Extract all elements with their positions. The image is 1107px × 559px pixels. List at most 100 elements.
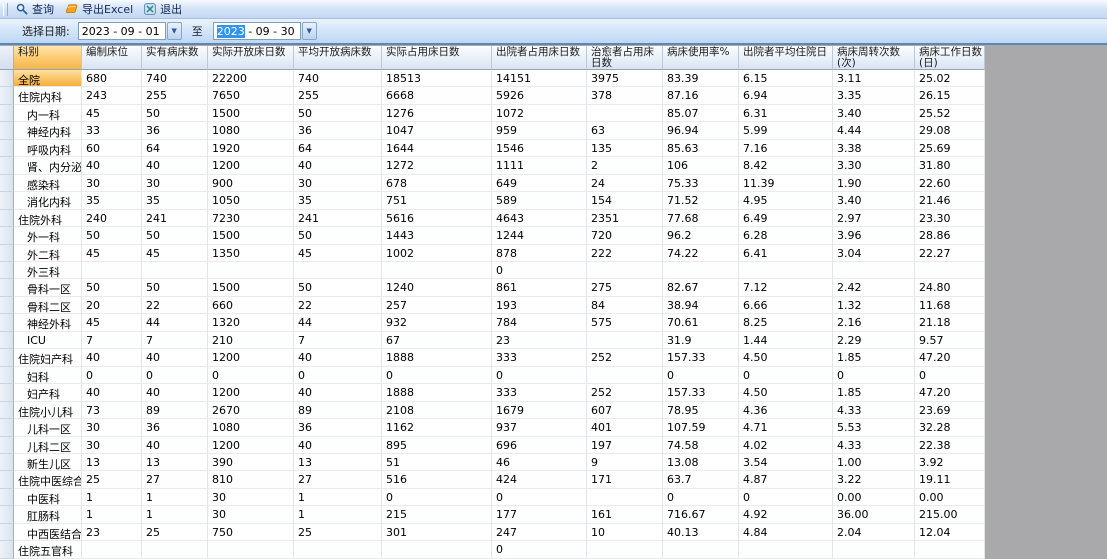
value-cell[interactable]: 1443 bbox=[382, 227, 492, 245]
value-cell[interactable]: 1.32 bbox=[833, 296, 915, 315]
value-cell[interactable]: 177 bbox=[492, 506, 587, 524]
value-cell[interactable]: 1111 bbox=[492, 157, 587, 175]
dept-cell[interactable]: 肾、内分泌科 bbox=[14, 157, 82, 175]
value-cell[interactable]: 45 bbox=[294, 244, 382, 262]
value-cell[interactable]: 47.20 bbox=[915, 349, 985, 367]
value-cell[interactable]: 40 bbox=[82, 384, 142, 402]
value-cell[interactable]: 30 bbox=[142, 174, 208, 193]
value-cell[interactable]: 24.80 bbox=[915, 279, 985, 297]
value-cell[interactable]: 75.33 bbox=[663, 174, 739, 193]
value-cell[interactable]: 4.02 bbox=[739, 436, 833, 454]
value-cell[interactable] bbox=[294, 261, 382, 280]
value-cell[interactable]: 13 bbox=[82, 453, 142, 472]
value-cell[interactable]: 210 bbox=[208, 331, 294, 350]
dept-cell[interactable]: 外三科 bbox=[14, 261, 82, 280]
value-cell[interactable]: 23 bbox=[82, 523, 142, 542]
value-cell[interactable]: 275 bbox=[587, 279, 663, 297]
row-indicator[interactable] bbox=[0, 296, 14, 315]
value-cell[interactable] bbox=[915, 541, 985, 559]
value-cell[interactable]: 0 bbox=[294, 366, 382, 385]
table-row[interactable]: 外二科 45 45 1350 45 1002 878 222 74.22 6.41 3.04 22.2… bbox=[0, 244, 985, 262]
value-cell[interactable]: 247 bbox=[492, 523, 587, 542]
value-cell[interactable]: 36 bbox=[142, 419, 208, 437]
value-cell[interactable]: 25.52 bbox=[915, 104, 985, 123]
table-row[interactable]: 中西医结合科2325750253012471040.134.842.0412.0… bbox=[0, 523, 985, 542]
table-row[interactable]: 新生儿区 13 13 390 13 51 46 9 13.08 3.54 1.00 3.92 bbox=[0, 453, 985, 472]
value-cell[interactable]: 1 bbox=[82, 506, 142, 524]
value-cell[interactable]: 0 bbox=[492, 541, 587, 559]
value-cell[interactable]: 14151 bbox=[492, 70, 587, 88]
value-cell[interactable] bbox=[382, 261, 492, 280]
query-button[interactable]: 查询 bbox=[12, 0, 61, 18]
value-cell[interactable]: 63 bbox=[587, 122, 663, 140]
value-cell[interactable]: 222 bbox=[587, 244, 663, 262]
value-cell[interactable]: 4.71 bbox=[739, 419, 833, 437]
value-cell[interactable]: 257 bbox=[382, 296, 492, 315]
value-cell[interactable]: 10 bbox=[587, 523, 663, 542]
value-cell[interactable]: 4.50 bbox=[739, 349, 833, 367]
header-cell[interactable]: 病床工作日数(日) bbox=[915, 46, 985, 70]
value-cell[interactable]: 87.16 bbox=[663, 87, 739, 105]
dept-cell[interactable]: 住院中医综合科 bbox=[14, 471, 82, 489]
value-cell[interactable]: 0 bbox=[915, 366, 985, 385]
export-excel-button[interactable]: 导出Excel bbox=[61, 0, 140, 18]
table-row[interactable]: 住院中医综合科25278102751642417163.74.873.2219.… bbox=[0, 471, 985, 489]
value-cell[interactable]: 27 bbox=[294, 471, 382, 489]
value-cell[interactable]: 1.44 bbox=[739, 331, 833, 350]
value-cell[interactable] bbox=[663, 541, 739, 559]
table-row[interactable]: 神经内科 33 36 1080 36 1047 959 63 96.94 5.99 4.44 29.0… bbox=[0, 122, 985, 140]
value-cell[interactable]: 30 bbox=[208, 488, 294, 507]
value-cell[interactable]: 861 bbox=[492, 279, 587, 297]
header-cell[interactable]: 治愈者占用床日数 bbox=[587, 46, 663, 70]
value-cell[interactable]: 18513 bbox=[382, 70, 492, 88]
value-cell[interactable]: 171 bbox=[587, 471, 663, 489]
value-cell[interactable]: 215.00 bbox=[915, 506, 985, 524]
value-cell[interactable] bbox=[587, 331, 663, 350]
table-row[interactable]: 骨科一区 50 50 1500 50 1240 861 275 82.67 7.12 2.42 24.… bbox=[0, 279, 985, 297]
dept-cell[interactable]: 妇产科 bbox=[14, 384, 82, 402]
exit-button[interactable]: 退出 bbox=[140, 0, 189, 18]
table-row[interactable]: 住院五官科 0 bbox=[0, 541, 985, 559]
value-cell[interactable]: 50 bbox=[294, 104, 382, 123]
value-cell[interactable]: 30 bbox=[82, 436, 142, 454]
value-cell[interactable]: 7650 bbox=[208, 87, 294, 105]
value-cell[interactable]: 13 bbox=[142, 453, 208, 472]
value-cell[interactable]: 900 bbox=[208, 174, 294, 193]
table-row[interactable]: 肾、内分泌科40401200401272111121068.423.3031.8… bbox=[0, 157, 985, 175]
value-cell[interactable] bbox=[208, 541, 294, 559]
value-cell[interactable]: 878 bbox=[492, 244, 587, 262]
value-cell[interactable] bbox=[294, 541, 382, 559]
value-cell[interactable]: 22.27 bbox=[915, 244, 985, 262]
value-cell[interactable]: 959 bbox=[492, 122, 587, 140]
dept-cell[interactable]: 住院小儿科 bbox=[14, 401, 82, 420]
value-cell[interactable]: 4.92 bbox=[739, 506, 833, 524]
dept-cell[interactable]: 妇科 bbox=[14, 366, 82, 385]
value-cell[interactable] bbox=[587, 488, 663, 507]
dept-cell[interactable]: 儿科一区 bbox=[14, 419, 82, 437]
value-cell[interactable]: 3975 bbox=[587, 70, 663, 88]
value-cell[interactable]: 1 bbox=[294, 506, 382, 524]
value-cell[interactable]: 40 bbox=[294, 349, 382, 367]
value-cell[interactable]: 13 bbox=[294, 453, 382, 472]
date-from-dropdown[interactable]: ▼ bbox=[166, 22, 182, 40]
row-indicator[interactable] bbox=[0, 488, 14, 507]
value-cell[interactable]: 27 bbox=[142, 471, 208, 489]
value-cell[interactable]: 35 bbox=[294, 192, 382, 210]
row-indicator[interactable] bbox=[0, 471, 14, 489]
value-cell[interactable]: 71.52 bbox=[663, 192, 739, 210]
row-indicator[interactable] bbox=[0, 541, 14, 559]
value-cell[interactable]: 25.69 bbox=[915, 139, 985, 158]
date-to-dropdown[interactable]: ▼ bbox=[301, 22, 317, 40]
value-cell[interactable]: 20 bbox=[82, 296, 142, 315]
value-cell[interactable]: 3.96 bbox=[833, 227, 915, 245]
value-cell[interactable]: 3.04 bbox=[833, 244, 915, 262]
dept-cell[interactable]: 感染科 bbox=[14, 174, 82, 193]
dept-cell[interactable]: 外二科 bbox=[14, 244, 82, 262]
table-row[interactable]: 住院外科 240 241 7230 241 5616 4643 2351 77.68 6.49 2.… bbox=[0, 209, 985, 228]
value-cell[interactable]: 50 bbox=[294, 279, 382, 297]
row-indicator[interactable] bbox=[0, 331, 14, 350]
value-cell[interactable]: 11.68 bbox=[915, 296, 985, 315]
row-indicator[interactable] bbox=[0, 366, 14, 385]
row-indicator[interactable] bbox=[0, 436, 14, 454]
value-cell[interactable]: 33 bbox=[82, 122, 142, 140]
